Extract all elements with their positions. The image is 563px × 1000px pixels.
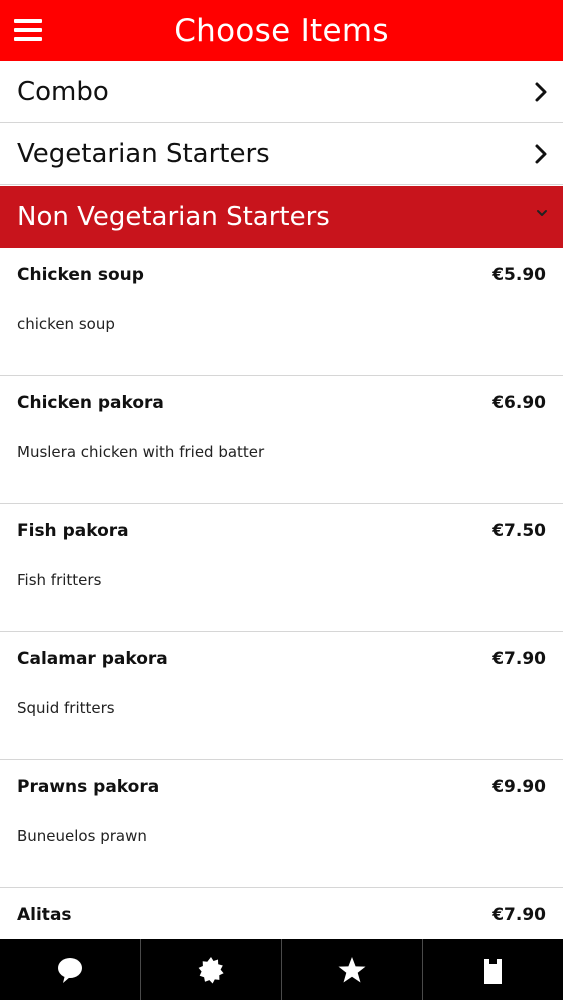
nav-favorites-button[interactable]	[282, 939, 423, 1000]
bag-icon	[484, 958, 502, 984]
page-title: Choose Items	[174, 12, 389, 49]
chevron-right-icon	[535, 144, 547, 163]
chat-bubble-icon	[58, 957, 82, 983]
badge-icon	[198, 956, 224, 983]
item-description: Fish fritters	[17, 571, 102, 589]
nav-cart-button[interactable]	[423, 939, 563, 1000]
app-header: Choose Items	[0, 0, 563, 61]
menu-button[interactable]	[8, 10, 48, 50]
category-non-vegetarian-starters[interactable]: Non Vegetarian Starters	[0, 186, 563, 248]
category-label: Combo	[17, 76, 109, 107]
menu-item-chicken-soup[interactable]: Chicken soup €5.90 chicken soup	[0, 248, 563, 376]
nav-chat-button[interactable]	[0, 939, 141, 1000]
item-price: €9.90	[492, 777, 546, 797]
item-name: Calamar pakora	[17, 649, 168, 669]
item-price: €7.50	[492, 521, 546, 541]
menu-item-list: Chicken soup €5.90 chicken soup Chicken …	[0, 248, 563, 1000]
category-label: Non Vegetarian Starters	[17, 202, 330, 232]
category-vegetarian-starters[interactable]: Vegetarian Starters	[0, 123, 563, 185]
item-description: Buneuelos prawn	[17, 827, 147, 845]
app-root: Choose Items Combo Vegetarian Starters N…	[0, 0, 563, 1000]
item-name: Prawns pakora	[17, 777, 160, 797]
menu-item-prawns-pakora[interactable]: Prawns pakora €9.90 Buneuelos prawn	[0, 760, 563, 888]
item-name: Chicken soup	[17, 265, 144, 285]
star-icon	[338, 956, 366, 982]
hamburger-menu-icon	[14, 19, 42, 41]
item-price: €5.90	[492, 265, 546, 285]
chevron-right-icon	[535, 82, 547, 101]
bottom-nav	[0, 939, 563, 1000]
nav-offers-button[interactable]	[141, 939, 282, 1000]
item-name: Chicken pakora	[17, 393, 164, 413]
category-label: Vegetarian Starters	[17, 138, 270, 169]
item-price: €7.90	[492, 649, 546, 669]
menu-item-chicken-pakora[interactable]: Chicken pakora €6.90 Muslera chicken wit…	[0, 376, 563, 504]
item-description: Squid fritters	[17, 699, 115, 717]
item-description: Muslera chicken with fried batter	[17, 443, 265, 461]
category-combo[interactable]: Combo	[0, 61, 563, 123]
item-price: €7.90	[492, 905, 546, 925]
item-description: chicken soup	[17, 315, 115, 333]
menu-item-calamar-pakora[interactable]: Calamar pakora €7.90 Squid fritters	[0, 632, 563, 760]
menu-item-fish-pakora[interactable]: Fish pakora €7.50 Fish fritters	[0, 504, 563, 632]
item-price: €6.90	[492, 393, 546, 413]
chevron-down-icon	[537, 210, 547, 216]
item-name: Alitas	[17, 905, 72, 925]
item-name: Fish pakora	[17, 521, 129, 541]
